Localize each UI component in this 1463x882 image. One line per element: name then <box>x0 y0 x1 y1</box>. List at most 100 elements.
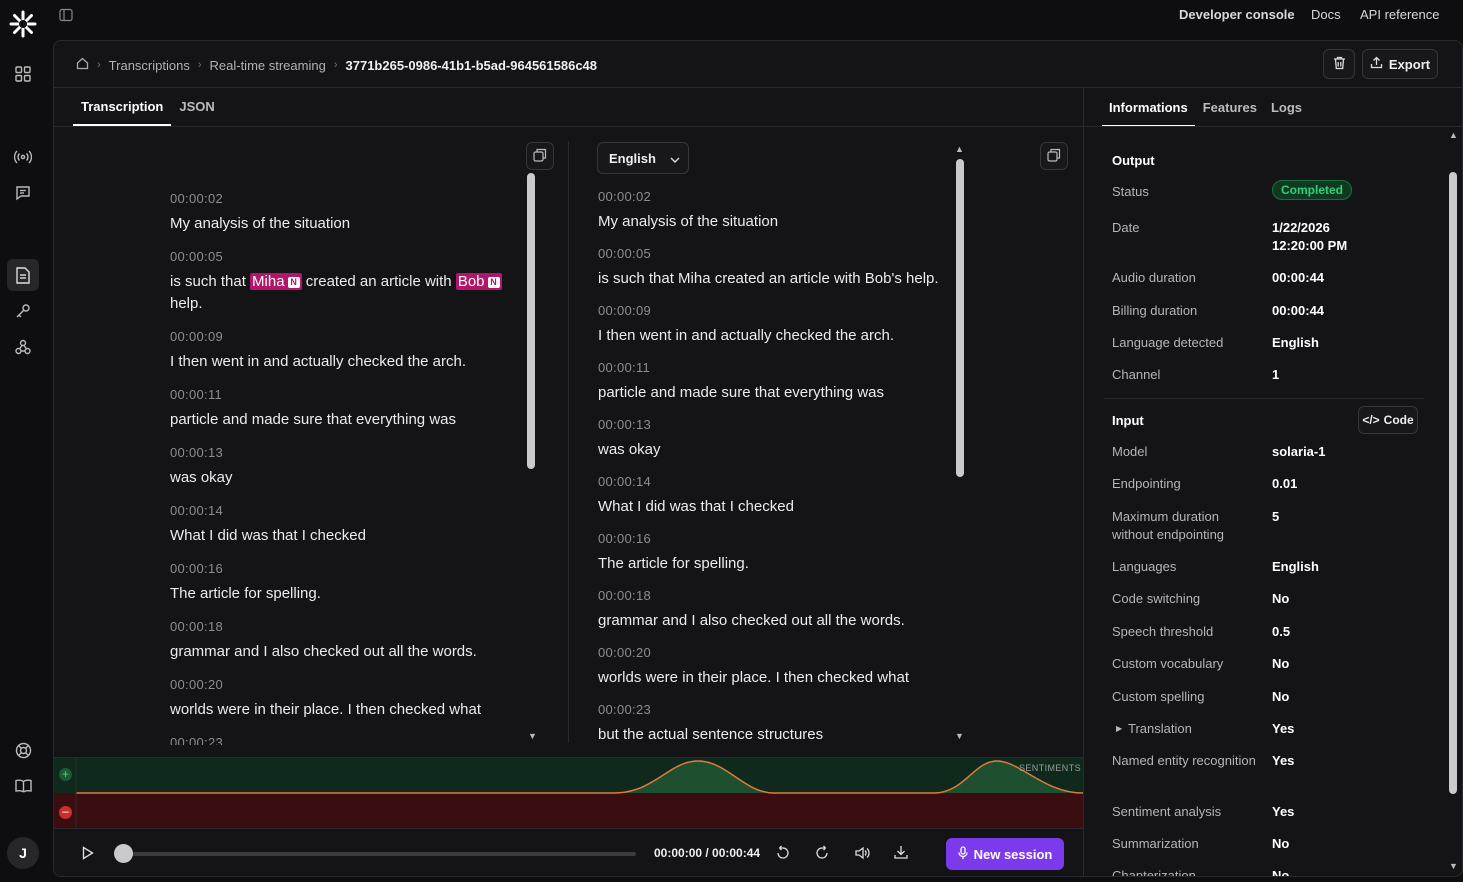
dashboard-icon[interactable] <box>11 62 35 86</box>
segment-timestamp[interactable]: 00:00:20 <box>170 677 515 692</box>
copy-original-button[interactable] <box>526 142 554 170</box>
info-value-text: No <box>1272 868 1290 877</box>
segment-timestamp[interactable]: 00:00:23 <box>170 735 515 745</box>
scroll-up-icon[interactable]: ▲ <box>1449 130 1458 140</box>
transcript-segment[interactable]: 00:00:16 The article for spelling. <box>170 561 515 605</box>
status-badge: Completed <box>1272 180 1353 200</box>
scrollbar-translation[interactable] <box>956 159 964 477</box>
volume-icon[interactable] <box>854 845 870 864</box>
entity-text: Miha <box>252 273 285 290</box>
chevron-right-icon: › <box>197 59 202 71</box>
scroll-down-icon[interactable]: ▼ <box>528 731 537 741</box>
transcript-segment[interactable]: 00:00:05 is such that Miha created an art… <box>598 246 954 290</box>
transcript-segment[interactable]: 00:00:02 My analysis of the situation <box>170 191 515 235</box>
avatar[interactable]: J <box>7 837 39 869</box>
new-session-button[interactable]: New session <box>946 838 1064 870</box>
transcript-segment[interactable]: 00:00:18 grammar and I also checked out a… <box>598 588 954 632</box>
info-value: 0.5 <box>1272 623 1290 641</box>
tab-logs[interactable]: Logs <box>1264 88 1310 127</box>
segment-timestamp[interactable]: 00:00:14 <box>598 474 954 489</box>
breadcrumb-transcriptions[interactable]: Transcriptions <box>109 58 190 73</box>
book-icon[interactable] <box>11 774 35 798</box>
copy-translation-button[interactable] <box>1040 142 1068 170</box>
segment-timestamp[interactable]: 00:00:02 <box>598 189 954 204</box>
info-value: Yes <box>1272 803 1294 821</box>
named-entity[interactable]: Bob N <box>455 273 502 290</box>
home-icon[interactable] <box>76 57 89 73</box>
segment-timestamp[interactable]: 00:00:11 <box>598 360 954 375</box>
segment-text: What I did was that I checked <box>598 498 794 515</box>
transcript-segment[interactable]: 00:00:05 is such that Miha N created an ar… <box>170 249 515 315</box>
export-button[interactable]: Export <box>1362 49 1438 79</box>
transcript-segment[interactable]: 00:00:20 worlds were in their place. I th… <box>598 645 954 689</box>
expand-icon[interactable]: ▶ <box>1116 720 1122 738</box>
docs-link[interactable]: Docs <box>1311 7 1341 22</box>
segment-timestamp[interactable]: 00:00:13 <box>170 445 515 460</box>
broadcast-icon[interactable] <box>11 145 35 169</box>
webhook-icon[interactable] <box>11 335 35 359</box>
delete-button[interactable] <box>1323 49 1355 79</box>
segment-timestamp[interactable]: 00:00:09 <box>598 303 954 318</box>
sentiment-timeline[interactable]: + – SENTIMENTS <box>54 757 1084 829</box>
transcript-segment[interactable]: 00:00:23 <box>170 735 515 745</box>
transcript-segment[interactable]: 00:00:20 worlds were in their place. I th… <box>170 677 515 721</box>
segment-timestamp[interactable]: 00:00:23 <box>598 702 954 717</box>
progress-thumb[interactable] <box>114 844 133 863</box>
segment-timestamp[interactable]: 00:00:16 <box>598 531 954 546</box>
transcript-segment[interactable]: 00:00:02 My analysis of the situation <box>598 189 954 233</box>
info-scrollbar[interactable] <box>1449 172 1457 794</box>
segment-timestamp[interactable]: 00:00:13 <box>598 417 954 432</box>
info-value: 1 <box>1272 366 1279 384</box>
segment-timestamp[interactable]: 00:00:05 <box>598 246 954 261</box>
code-button[interactable]: </> Code <box>1358 406 1418 434</box>
transcript-segment[interactable]: 00:00:18 grammar and I also checked out a… <box>170 619 515 663</box>
progress-track[interactable] <box>122 852 636 856</box>
tab-json[interactable]: JSON <box>171 87 222 126</box>
chat-icon[interactable] <box>11 181 35 205</box>
transcript-segment[interactable]: 00:00:09 I then went in and actually chec… <box>170 329 515 373</box>
segment-timestamp[interactable]: 00:00:18 <box>598 588 954 603</box>
rewind-icon[interactable] <box>775 845 791 864</box>
segment-timestamp[interactable]: 00:00:16 <box>170 561 515 576</box>
info-value: solaria-1 <box>1272 443 1325 461</box>
api-reference-link[interactable]: API reference <box>1360 7 1440 22</box>
segment-timestamp[interactable]: 00:00:02 <box>170 191 515 206</box>
transcript-segment[interactable]: 00:00:11 particle and made sure that ever… <box>598 360 954 404</box>
download-icon[interactable] <box>893 844 909 863</box>
positive-icon: + <box>59 768 72 781</box>
tab-transcription[interactable]: Transcription <box>73 87 172 126</box>
tab-features[interactable]: Features <box>1195 88 1264 127</box>
scroll-down-icon[interactable]: ▼ <box>955 731 964 741</box>
logo-icon[interactable] <box>9 10 37 38</box>
transcript-segment[interactable]: 00:00:14 What I did was that I checked <box>598 474 954 518</box>
segment-timestamp[interactable]: 00:00:14 <box>170 503 515 518</box>
segment-timestamp[interactable]: 00:00:05 <box>170 249 515 264</box>
transcript-segment[interactable]: 00:00:13 was okay <box>170 445 515 489</box>
segment-timestamp[interactable]: 00:00:09 <box>170 329 515 344</box>
tab-informations[interactable]: Informations <box>1102 88 1195 127</box>
breadcrumb-realtime[interactable]: Real-time streaming <box>210 58 326 73</box>
segment-timestamp[interactable]: 00:00:18 <box>170 619 515 634</box>
segment-timestamp[interactable]: 00:00:11 <box>170 387 515 402</box>
transcript-segment[interactable]: 00:00:11 particle and made sure that ever… <box>170 387 515 431</box>
transcript-segment[interactable]: 00:00:09 I then went in and actually chec… <box>598 303 954 347</box>
key-icon[interactable] <box>11 299 35 323</box>
language-select[interactable]: English <box>597 142 689 174</box>
transcript-segment[interactable]: 00:00:16 The article for spelling. <box>598 531 954 575</box>
chevron-down-icon <box>670 151 680 166</box>
forward-icon[interactable] <box>814 845 830 864</box>
document-icon[interactable] <box>7 259 39 291</box>
transcript-segment[interactable]: 00:00:23 but the actual sentence structur… <box>598 702 954 743</box>
developer-console-link[interactable]: Developer console <box>1179 7 1295 22</box>
support-icon[interactable] <box>11 738 35 762</box>
transcript-segment[interactable]: 00:00:13 was okay <box>598 417 954 461</box>
segment-timestamp[interactable]: 00:00:20 <box>598 645 954 660</box>
play-icon[interactable] <box>82 846 94 863</box>
scroll-down-icon[interactable]: ▼ <box>1449 861 1458 871</box>
transcript-segment[interactable]: 00:00:14 What I did was that I checked <box>170 503 515 547</box>
trash-icon <box>1333 56 1346 73</box>
output-heading: Output <box>1112 153 1155 168</box>
scrollbar-original[interactable] <box>527 173 535 469</box>
named-entity[interactable]: Miha N <box>250 273 302 290</box>
scroll-up-icon[interactable]: ▲ <box>955 144 964 154</box>
